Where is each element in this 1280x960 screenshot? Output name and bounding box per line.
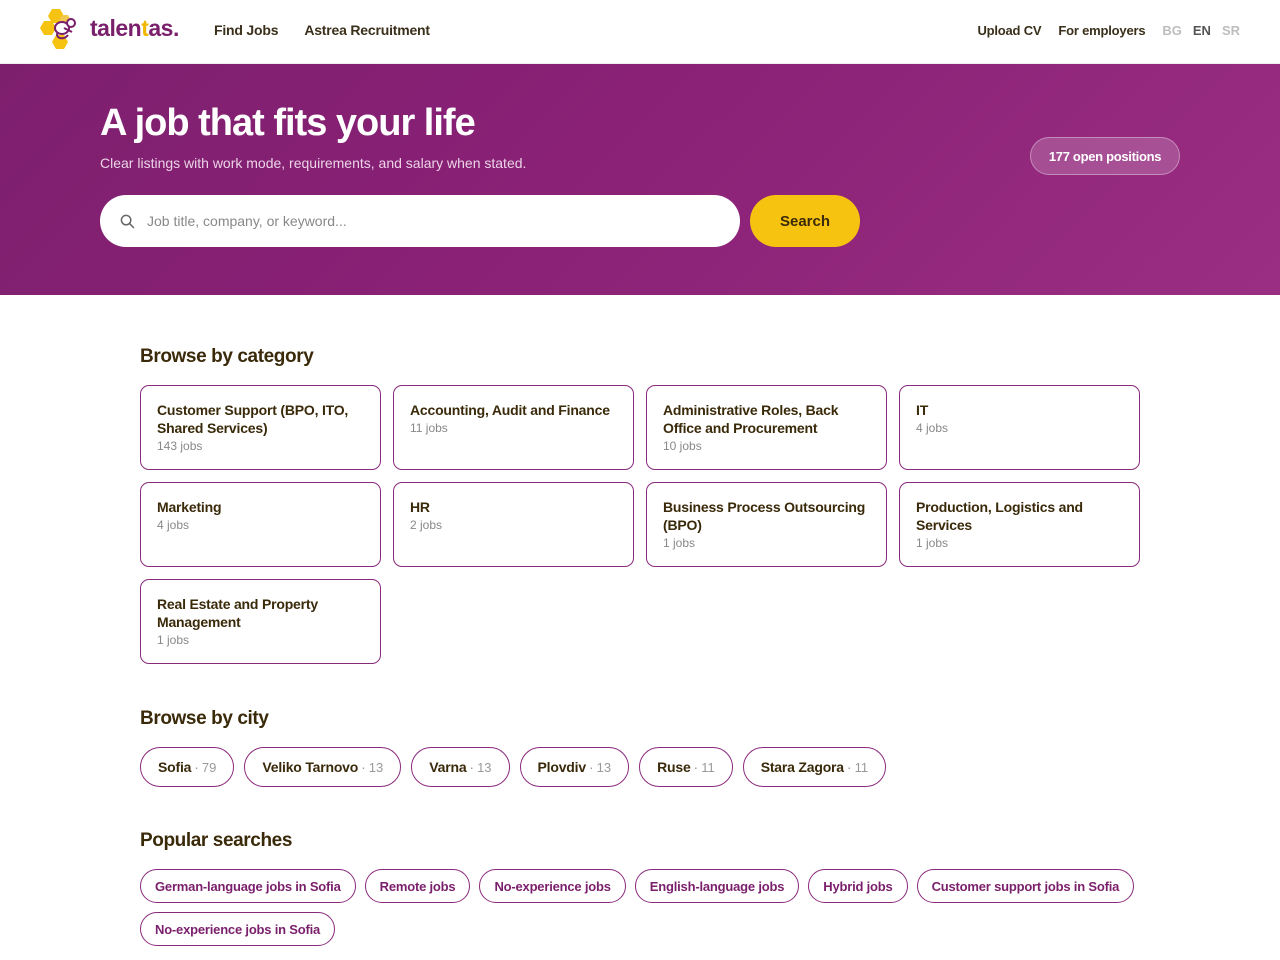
category-card[interactable]: Business Process Outsourcing (BPO) 1 jobs xyxy=(646,482,887,567)
popular-search-pill[interactable]: German-language jobs in Sofia xyxy=(140,869,356,903)
browse-by-category-heading: Browse by category xyxy=(140,346,314,367)
category-count: 1 jobs xyxy=(663,536,696,550)
hero-subtitle: Clear listings with work mode, requireme… xyxy=(100,155,527,171)
city-name: Plovdiv xyxy=(537,759,587,775)
bee-honeycomb-logo-icon xyxy=(38,5,84,51)
city-count: 13 xyxy=(368,759,384,775)
category-count: 4 jobs xyxy=(157,518,190,532)
search-icon xyxy=(120,213,136,229)
language-bg[interactable]: BG xyxy=(1162,23,1182,38)
city-count: 13 xyxy=(477,759,492,775)
category-count: 1 jobs xyxy=(916,536,949,550)
category-name: Marketing xyxy=(157,499,222,515)
category-count: 2 jobs xyxy=(410,518,443,532)
open-positions-badge: 177 open positions xyxy=(1030,137,1180,175)
nav-astrea-recruitment[interactable]: Astrea Recruitment xyxy=(304,22,430,38)
city-name: Ruse xyxy=(657,759,691,775)
top-navigation-bar: talentas. Find Jobs Astrea Recruitment U… xyxy=(0,0,1280,64)
popular-searches-list: German-language jobs in Sofia Remote job… xyxy=(140,869,1140,946)
for-employers-link[interactable]: For employers xyxy=(1058,23,1145,38)
category-name: Business Process Outsourcing (BPO) xyxy=(663,499,866,533)
popular-searches-heading: Popular searches xyxy=(140,830,293,851)
category-count: 4 jobs xyxy=(916,421,949,435)
popular-search-pill[interactable]: Hybrid jobs xyxy=(808,869,908,903)
hero-title: A job that fits your life xyxy=(100,102,476,144)
separator-dot: · xyxy=(361,759,366,775)
browse-by-city-heading: Browse by city xyxy=(140,708,269,729)
category-count: 143 jobs xyxy=(157,439,203,453)
category-card[interactable]: Production, Logistics and Services 1 jobs xyxy=(899,482,1140,567)
city-count: 13 xyxy=(596,759,612,775)
city-count: 11 xyxy=(701,759,715,775)
category-name: Accounting, Audit and Finance xyxy=(410,402,610,418)
city-name: Stara Zagora xyxy=(760,759,844,775)
category-card[interactable]: IT 4 jobs xyxy=(899,385,1140,470)
popular-search-pill[interactable]: English-language jobs xyxy=(634,869,800,903)
city-count: 11 xyxy=(854,759,869,775)
separator-dot: · xyxy=(588,759,594,775)
popular-search-pill[interactable]: Customer support jobs in Sofia xyxy=(916,869,1135,903)
city-pill[interactable]: Sofia · 79 xyxy=(140,747,235,787)
language-sr[interactable]: SR xyxy=(1222,23,1240,38)
language-switcher: BG EN SR xyxy=(1162,23,1240,38)
popular-search-pill[interactable]: No-experience jobs xyxy=(479,869,626,903)
separator-dot: · xyxy=(693,759,699,775)
category-name: Administrative Roles, Back Office and Pr… xyxy=(663,402,839,436)
city-pill[interactable]: Plovdiv · 13 xyxy=(519,747,630,787)
city-pill[interactable]: Veliko Tarnovo · 13 xyxy=(244,747,402,787)
category-card[interactable]: Marketing 4 jobs xyxy=(140,482,381,567)
popular-search-pill[interactable]: Remote jobs xyxy=(364,869,471,903)
search-bar xyxy=(100,195,740,247)
separator-dot: · xyxy=(846,759,852,775)
separator-dot: · xyxy=(469,759,475,775)
category-name: IT xyxy=(916,402,929,418)
category-grid: Customer Support (BPO, ITO, Shared Servi… xyxy=(140,385,1140,664)
search-button[interactable]: Search xyxy=(750,195,860,247)
nav-find-jobs[interactable]: Find Jobs xyxy=(214,22,279,38)
city-list: Sofia · 79 Veliko Tarnovo · 13 Varna · 13 Plov… xyxy=(140,747,887,787)
city-name: Varna xyxy=(429,759,467,775)
category-name: Real Estate and Property Management xyxy=(157,596,318,630)
primary-nav: Find Jobs Astrea Recruitment xyxy=(214,22,430,38)
separator-dot: · xyxy=(194,759,199,775)
category-name: Production, Logistics and Services xyxy=(916,499,1083,533)
hero-banner: A job that fits your life Clear listings… xyxy=(0,64,1280,295)
category-card[interactable]: Administrative Roles, Back Office and Pr… xyxy=(646,385,887,470)
category-card[interactable]: HR 2 jobs xyxy=(393,482,634,567)
search-input[interactable] xyxy=(147,213,707,229)
category-card[interactable]: Customer Support (BPO, ITO, Shared Servi… xyxy=(140,385,381,470)
category-count: 11 jobs xyxy=(410,421,448,435)
secondary-nav: Upload CV For employers BG EN SR xyxy=(977,23,1240,38)
category-card[interactable]: Real Estate and Property Management 1 job… xyxy=(140,579,381,664)
city-pill[interactable]: Stara Zagora · 11 xyxy=(742,747,887,787)
category-count: 10 jobs xyxy=(663,439,702,453)
upload-cv-link[interactable]: Upload CV xyxy=(977,23,1041,38)
popular-search-pill[interactable]: No-experience jobs in Sofia xyxy=(140,912,336,946)
category-name: HR xyxy=(410,499,430,515)
category-count: 1 jobs xyxy=(157,633,190,647)
logo-wordmark: talentas. xyxy=(90,14,179,41)
city-name: Sofia xyxy=(158,759,192,775)
city-name: Veliko Tarnovo xyxy=(262,759,359,775)
city-pill[interactable]: Ruse · 11 xyxy=(639,747,733,787)
language-en[interactable]: EN xyxy=(1193,23,1211,38)
category-card[interactable]: Accounting, Audit and Finance 11 jobs xyxy=(393,385,634,470)
talentas-logo[interactable]: talentas. xyxy=(38,4,188,52)
city-pill[interactable]: Varna · 13 xyxy=(411,747,510,787)
city-count: 79 xyxy=(201,759,217,775)
category-name: Customer Support (BPO, ITO, Shared Servi… xyxy=(157,402,349,436)
